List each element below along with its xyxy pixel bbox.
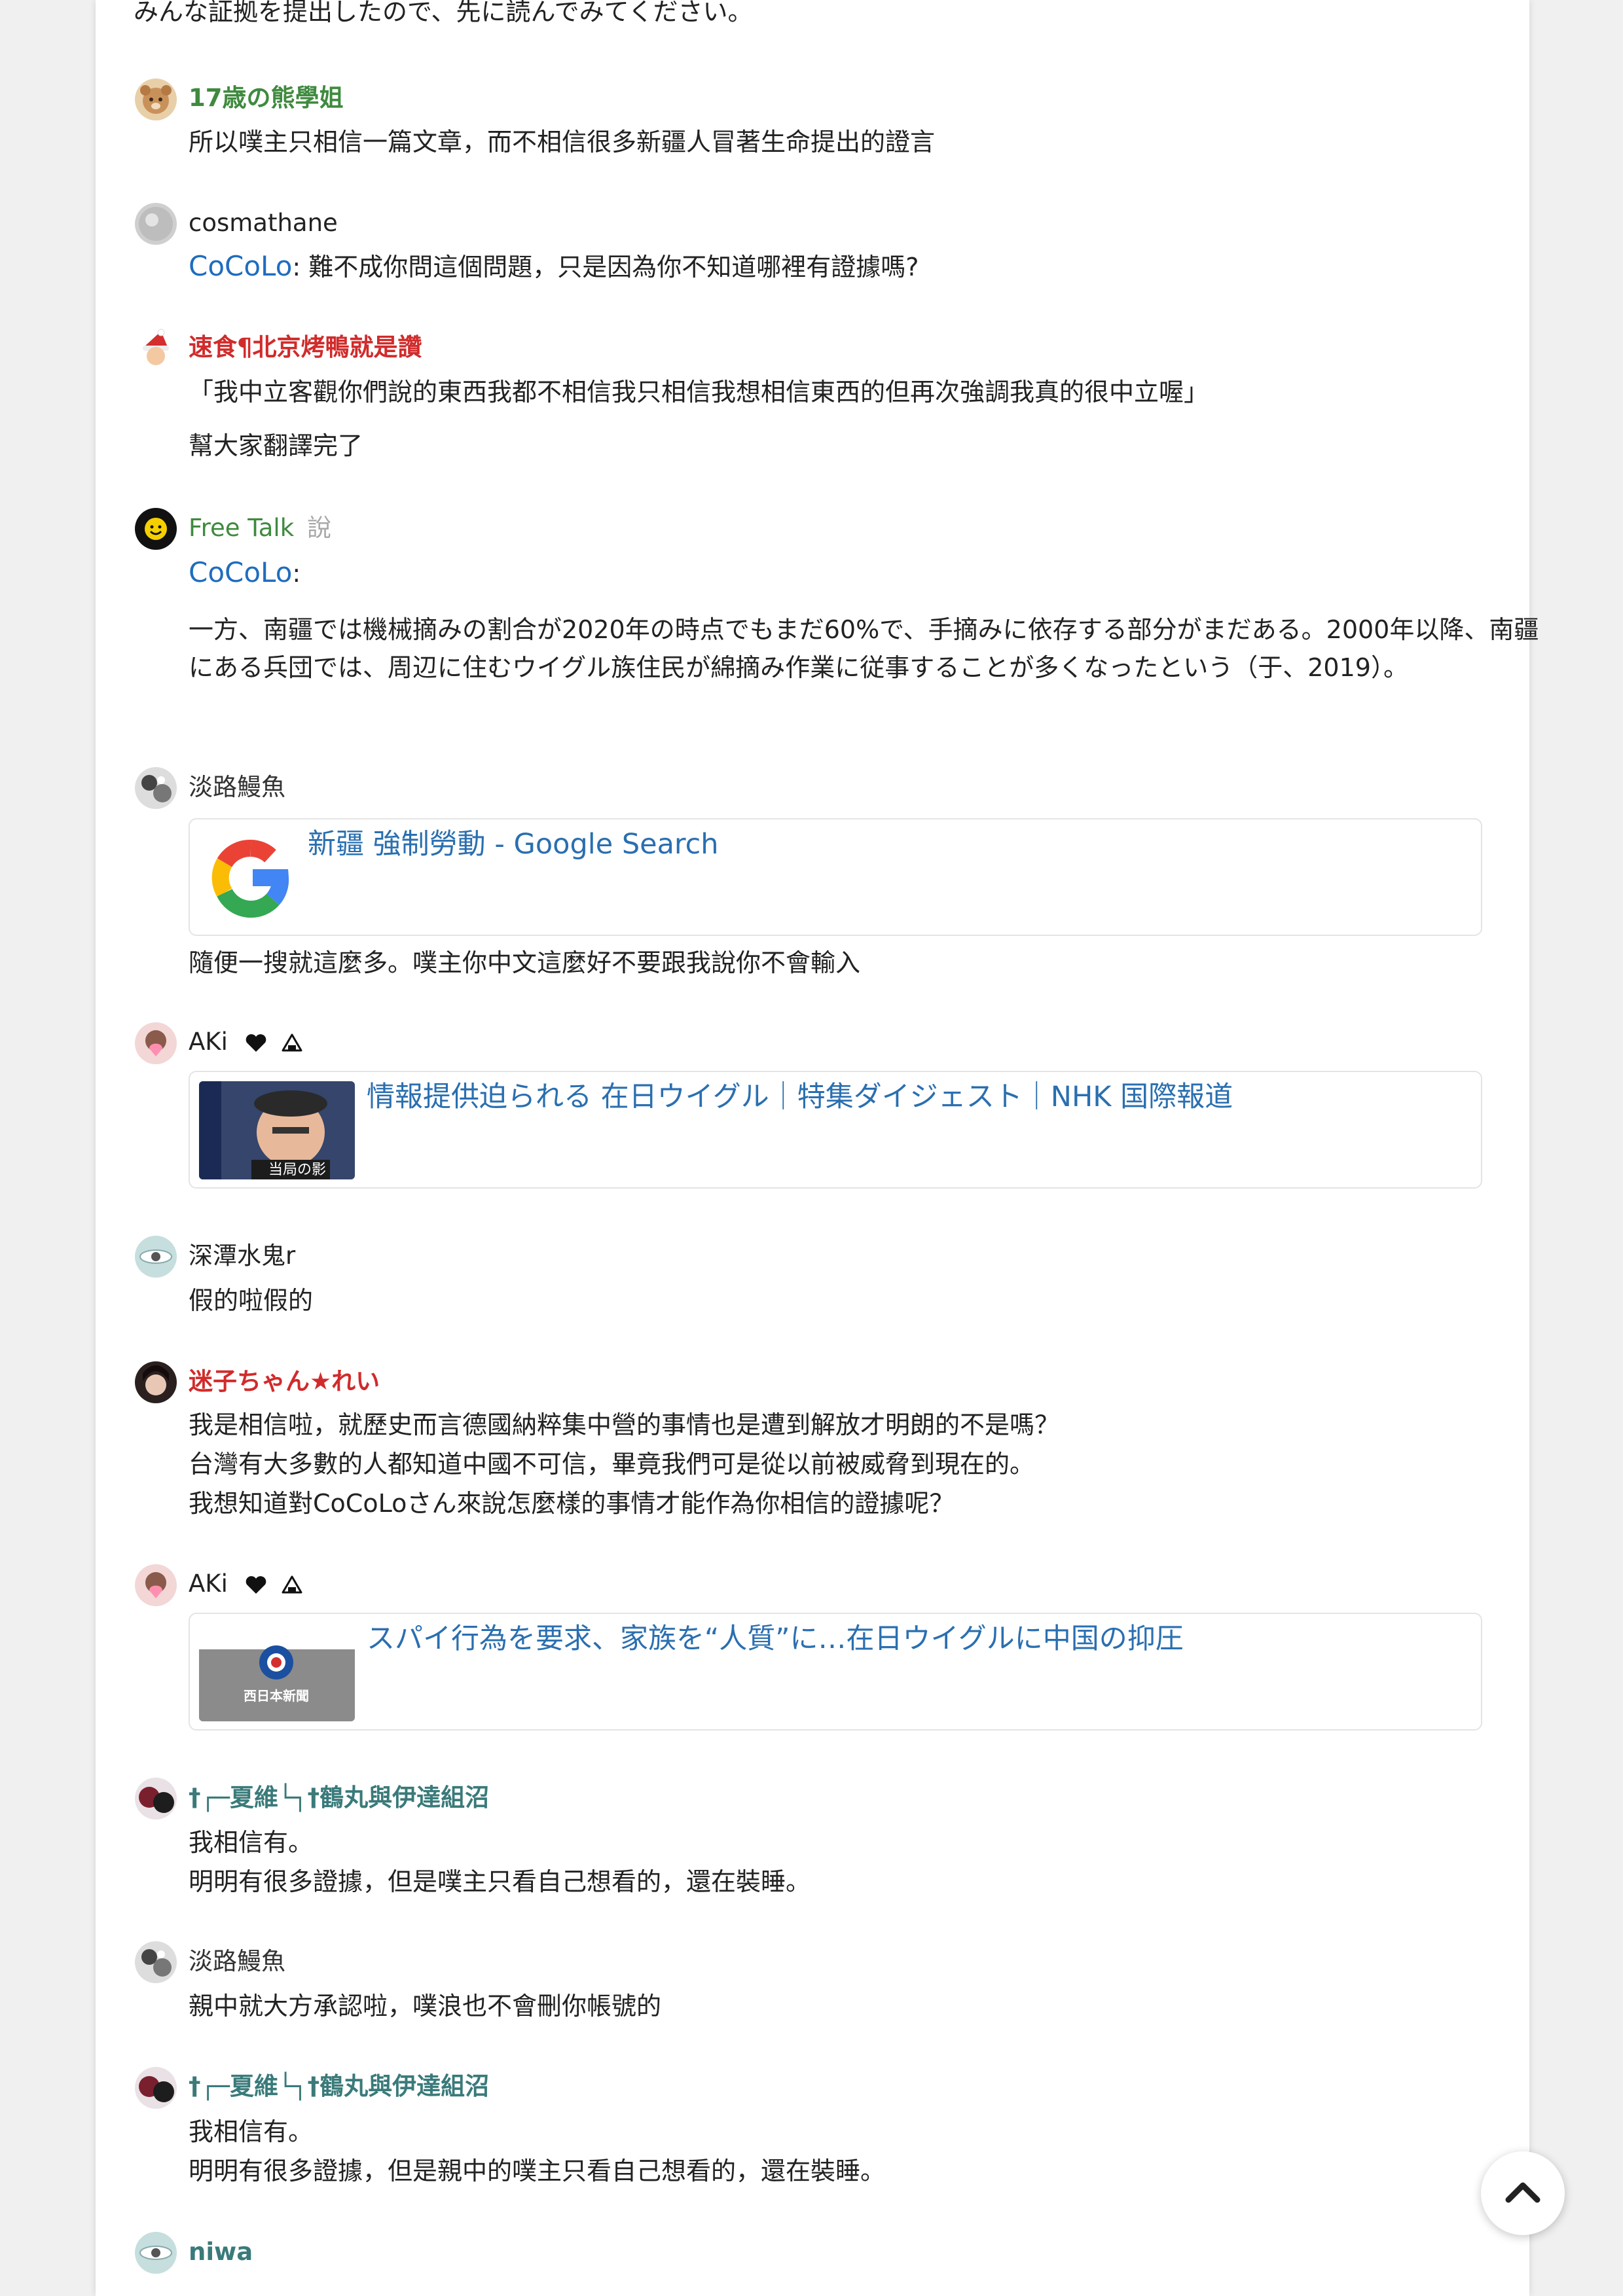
avatar-gray[interactable] (135, 203, 177, 245)
avatar-water-ghost[interactable] (135, 2232, 177, 2274)
avatar-xiawei[interactable] (135, 2067, 177, 2109)
username[interactable]: †┌─夏維└┐†鶴丸與伊達組沼 (189, 1782, 489, 1814)
svg-text:西日本新聞: 西日本新聞 (244, 1688, 309, 1704)
comment-text: 我是相信啦，就歷史而言德國納粹集中營的事情也是遭到解放才明朗的不是嗎？ (189, 1410, 1060, 1439)
avatar-smiley[interactable] (135, 508, 177, 550)
username[interactable]: 速食¶北京烤鴨就是讚 (189, 331, 422, 364)
heart-icon (246, 1033, 266, 1052)
comment-text: 台灣有大多數的人都知道中國不可信，畢竟我們可是從以前被威脅到現在的。 (189, 1450, 1035, 1479)
chevron-up-icon (1505, 2182, 1541, 2203)
link-preview-card[interactable]: 西日本新聞 スパイ行為を要求、家族を“人質”に…在日ウイグルに中国の抑圧 (189, 1613, 1482, 1731)
comment-text: 幫大家翻譯完了 (189, 431, 363, 460)
previous-response-text: みんな証拠を提出したので、先に読んでみてください。 (134, 0, 753, 26)
comment-text: 明明有很多證據，但是親中的噗主只看自己想看的，還在裝睡。 (189, 2157, 886, 2185)
comment-text: 「我中立客觀你們說的東西我都不相信我只相信我想相信東西的但再次強調我真的很中立喔… (189, 378, 1209, 406)
comment-text: 我相信有。 (189, 2117, 314, 2146)
avatar-bear[interactable] (135, 79, 177, 120)
username[interactable]: AKi (189, 1026, 303, 1058)
username[interactable]: niwa (189, 2236, 253, 2269)
qualifier-says: 說 (307, 514, 332, 542)
scroll-to-top-button[interactable] (1481, 2151, 1565, 2235)
avatar-water-ghost[interactable] (135, 1236, 177, 1278)
link-title[interactable]: スパイ行為を要求、家族を“人質”に…在日ウイグルに中国の抑圧 (367, 1618, 1184, 1660)
comment-text: 假的啦假的 (189, 1286, 314, 1315)
comment-text: 所以噗主只相信一篇文章，而不相信很多新疆人冒著生命提出的證言 (189, 128, 936, 156)
link-preview-card[interactable]: 新疆 強制勞動 - Google Search (189, 818, 1482, 936)
link-preview-card[interactable]: 当局の影 情報提供迫られる 在日ウイグル｜特集ダイジェスト｜NHK 国際報道 (189, 1071, 1482, 1189)
username[interactable]: †┌─夏維└┐†鶴丸與伊達組沼 (189, 2070, 489, 2103)
username[interactable]: cosmathane (189, 207, 338, 240)
link-thumbnail: 当局の影 (199, 1081, 355, 1179)
onigiri-icon (282, 1575, 302, 1593)
heart-icon (246, 1575, 266, 1594)
avatar-rei[interactable] (135, 1361, 177, 1403)
username[interactable]: 淡路鰻魚 (189, 1945, 285, 1978)
avatar-santa[interactable] (135, 327, 177, 369)
mention-link[interactable]: CoCoLo (189, 250, 292, 282)
comment-text: 我相信有。 (189, 1828, 314, 1857)
username[interactable]: 17歳の熊學姐 (189, 82, 344, 115)
link-thumbnail: 西日本新聞 (199, 1623, 355, 1721)
mention-link[interactable]: CoCoLo (189, 556, 292, 588)
comment-text: 一方、南疆では機械摘みの割合が2020年の時点でもまだ60%で、手摘みに依存する… (189, 615, 1539, 682)
comment-text: 明明有很多證據，但是噗主只看自己想看的，還在裝睡。 (189, 1867, 811, 1896)
avatar-aki[interactable] (135, 1564, 177, 1606)
comment-text: 我想知道對CoCoLoさん來說怎麼樣的事情才能作為你相信的證據呢？ (189, 1489, 955, 1518)
username[interactable]: 迷子ちゃん★れい (189, 1365, 380, 1398)
plurk-response-card: みんな証拠を提出したので、先に読んでみてください。 17歳の熊學姐 所以噗主只相… (96, 0, 1539, 2296)
comment-text: CoCoLo: (189, 556, 301, 588)
avatar-xiawei[interactable] (135, 1778, 177, 1820)
link-title[interactable]: 情報提供迫られる 在日ウイグル｜特集ダイジェスト｜NHK 国際報道 (367, 1076, 1233, 1118)
avatar-aki[interactable] (135, 1022, 177, 1064)
username[interactable]: Free Talk 說 (189, 512, 331, 545)
username[interactable]: 深潭水鬼r (189, 1240, 295, 1272)
onigiri-icon (282, 1033, 302, 1051)
comment-text: 親中就大方承認啦，噗浪也不會刪你帳號的 (189, 1992, 662, 2020)
avatar-eel[interactable] (135, 767, 177, 809)
avatar-eel[interactable] (135, 1941, 177, 1983)
username[interactable]: 淡路鰻魚 (189, 771, 285, 804)
username[interactable]: AKi (189, 1568, 303, 1600)
comment-text: CoCoLo: 難不成你問這個問題，只是因為你不知道哪裡有證據嗎? (189, 250, 919, 282)
svg-text:当局の影: 当局の影 (268, 1162, 326, 1178)
google-logo (199, 829, 302, 927)
link-title[interactable]: 新疆 強制勞動 - Google Search (308, 823, 719, 865)
comment-text: 隨便一搜就這麼多。噗主你中文這麼好不要跟我說你不會輸入 (189, 948, 861, 977)
